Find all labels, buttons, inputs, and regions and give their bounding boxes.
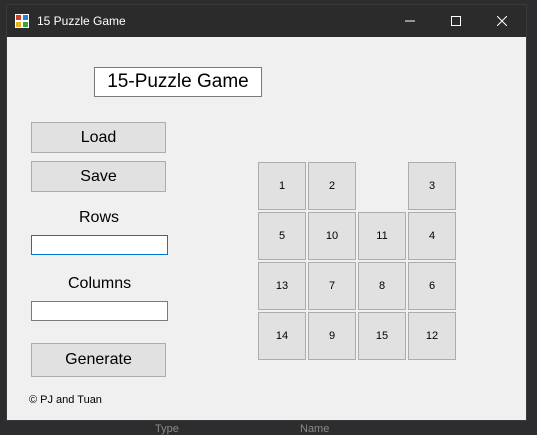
puzzle-tile[interactable]: 12 bbox=[408, 312, 456, 360]
puzzle-tile[interactable]: 3 bbox=[408, 162, 456, 210]
title-bar[interactable]: 15 Puzzle Game bbox=[7, 5, 526, 37]
puzzle-tile[interactable]: 9 bbox=[308, 312, 356, 360]
app-icon bbox=[15, 14, 29, 28]
puzzle-tile[interactable]: 13 bbox=[258, 262, 306, 310]
puzzle-tile[interactable]: 14 bbox=[258, 312, 306, 360]
maximize-icon bbox=[451, 16, 461, 26]
minimize-button[interactable] bbox=[387, 5, 433, 37]
rows-label: Rows bbox=[79, 209, 120, 226]
puzzle-tile[interactable]: 8 bbox=[358, 262, 406, 310]
rows-input[interactable] bbox=[31, 235, 168, 255]
background-ide-strip: Type Name bbox=[0, 421, 537, 435]
close-icon bbox=[497, 16, 507, 26]
game-title-label: 15-Puzzle Game bbox=[94, 67, 262, 97]
save-button[interactable]: Save bbox=[31, 161, 166, 192]
maximize-button[interactable] bbox=[433, 5, 479, 37]
minimize-icon bbox=[405, 20, 415, 22]
puzzle-tile[interactable]: 2 bbox=[308, 162, 356, 210]
puzzle-tile[interactable]: 4 bbox=[408, 212, 456, 260]
puzzle-tile[interactable]: 15 bbox=[358, 312, 406, 360]
puzzle-tile[interactable]: 1 bbox=[258, 162, 306, 210]
name-column-header: Name bbox=[300, 423, 330, 435]
app-window: 15 Puzzle Game 15-Puzzle Game Load Save … bbox=[6, 4, 527, 421]
puzzle-tile[interactable]: 11 bbox=[358, 212, 406, 260]
load-button[interactable]: Load bbox=[31, 122, 166, 153]
puzzle-tile[interactable]: 6 bbox=[408, 262, 456, 310]
columns-input[interactable] bbox=[31, 301, 168, 321]
type-column-header: Type bbox=[155, 423, 179, 435]
credits-label: © PJ and Tuan bbox=[29, 394, 102, 406]
puzzle-tile[interactable]: 10 bbox=[308, 212, 356, 260]
puzzle-board: 1 2 3 5 10 11 4 13 7 8 6 14 9 15 12 bbox=[258, 162, 458, 362]
columns-label: Columns bbox=[68, 275, 132, 292]
window-title: 15 Puzzle Game bbox=[37, 14, 126, 28]
puzzle-tile[interactable]: 7 bbox=[308, 262, 356, 310]
close-button[interactable] bbox=[479, 5, 525, 37]
puzzle-tile[interactable]: 5 bbox=[258, 212, 306, 260]
generate-button[interactable]: Generate bbox=[31, 343, 166, 377]
